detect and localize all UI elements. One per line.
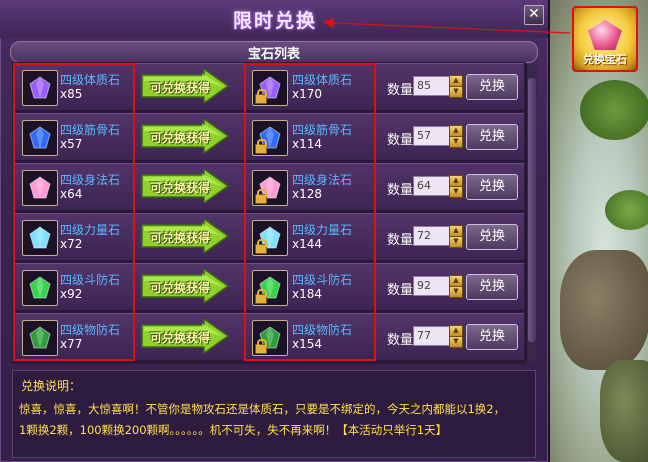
quantity-stepper[interactable]: ▲ ▼ [449,275,463,298]
target-column-highlight [244,63,376,361]
exchange-button[interactable]: 兑换 [466,124,518,150]
quantity-input[interactable]: 77 [413,326,450,346]
gem-list-header: 宝石列表 [10,41,538,63]
exchange-window: 限时兑换 ✕ 宝石列表 四级体质石 x85 可兑换获得 四级体质石 x170 数量 85 ▲ ▼… [0,0,550,462]
quantity-label: 数量 [387,183,414,198]
decrement-icon[interactable]: ▼ [449,336,463,348]
quantity-stepper[interactable]: ▲ ▼ [449,325,463,348]
exchangeable-arrow-icon: 可兑换获得 [140,319,230,353]
exchangeable-label: 可兑换获得 [150,281,211,295]
exchangeable-arrow-icon: 可兑换获得 [140,219,230,253]
decrement-icon[interactable]: ▼ [449,286,463,298]
quantity-input[interactable]: 85 [413,76,450,96]
list-scrollbar[interactable] [526,64,537,362]
quantity-label: 数量 [387,283,414,298]
exchange-button[interactable]: 兑换 [466,274,518,300]
quantity-input[interactable]: 57 [413,126,450,146]
exchange-button[interactable]: 兑换 [466,324,518,350]
exchangeable-arrow-icon: 可兑换获得 [140,169,230,203]
gem-list-title: 宝石列表 [247,47,300,62]
quantity-label: 数量 [387,133,414,148]
exchangeable-label: 可兑换获得 [150,331,211,345]
gem-shortcut-label: 兑换宝石 [583,53,627,66]
description-text: 惊喜，惊喜，大惊喜啊！不管你是物攻石还是体质石，只要是不绑定的，今天之内都能以1… [19,399,531,441]
description-line-1: 惊喜，惊喜，大惊喜啊！不管你是物攻石还是体质石，只要是不绑定的，今天之内都能以1… [19,402,506,416]
quantity-stepper[interactable]: ▲ ▼ [449,175,463,198]
foliage [605,190,648,230]
exchangeable-label: 可兑换获得 [150,131,211,145]
quantity-label: 数量 [387,333,414,348]
quantity-stepper[interactable]: ▲ ▼ [449,225,463,248]
quantity-input[interactable]: 72 [413,226,450,246]
rock [600,360,648,462]
exchange-button[interactable]: 兑换 [466,74,518,100]
pointer-line [322,18,571,34]
exchangeable-arrow-icon: 可兑换获得 [140,69,230,103]
scrollbar-thumb[interactable] [528,78,536,342]
exchange-button[interactable]: 兑换 [466,224,518,250]
decrement-icon[interactable]: ▼ [449,136,463,148]
decrement-icon[interactable]: ▼ [449,236,463,248]
quantity-stepper[interactable]: ▲ ▼ [449,75,463,98]
quantity-stepper[interactable]: ▲ ▼ [449,125,463,148]
quantity-input[interactable]: 64 [413,176,450,196]
decrement-icon[interactable]: ▼ [449,186,463,198]
exchangeable-label: 可兑换获得 [150,81,211,95]
rock [560,250,648,370]
gem-exchange-shortcut-button[interactable]: 兑换宝石 [572,6,638,72]
foliage [580,80,648,140]
description-title: 兑换说明： [21,379,82,393]
exchangeable-label: 可兑换获得 [150,231,211,245]
exchange-button[interactable]: 兑换 [466,174,518,200]
quantity-label: 数量 [387,83,414,98]
exchangeable-label: 可兑换获得 [150,181,211,195]
exchangeable-arrow-icon: 可兑换获得 [140,119,230,153]
source-column-highlight [13,63,135,361]
quantity-input[interactable]: 92 [413,276,450,296]
exchangeable-arrow-icon: 可兑换获得 [140,269,230,303]
pink-gem-icon [588,20,622,50]
description-line-2: 1颗换2颗，100颗换200颗啊。。。。。。机不可失，失不再来啊！【本活动只举行… [19,423,448,437]
exchange-description: 兑换说明： 惊喜，惊喜，大惊喜啊！不管你是物攻石还是体质石，只要是不绑定的，今天… [12,370,536,458]
decrement-icon[interactable]: ▼ [449,86,463,98]
quantity-label: 数量 [387,233,414,248]
